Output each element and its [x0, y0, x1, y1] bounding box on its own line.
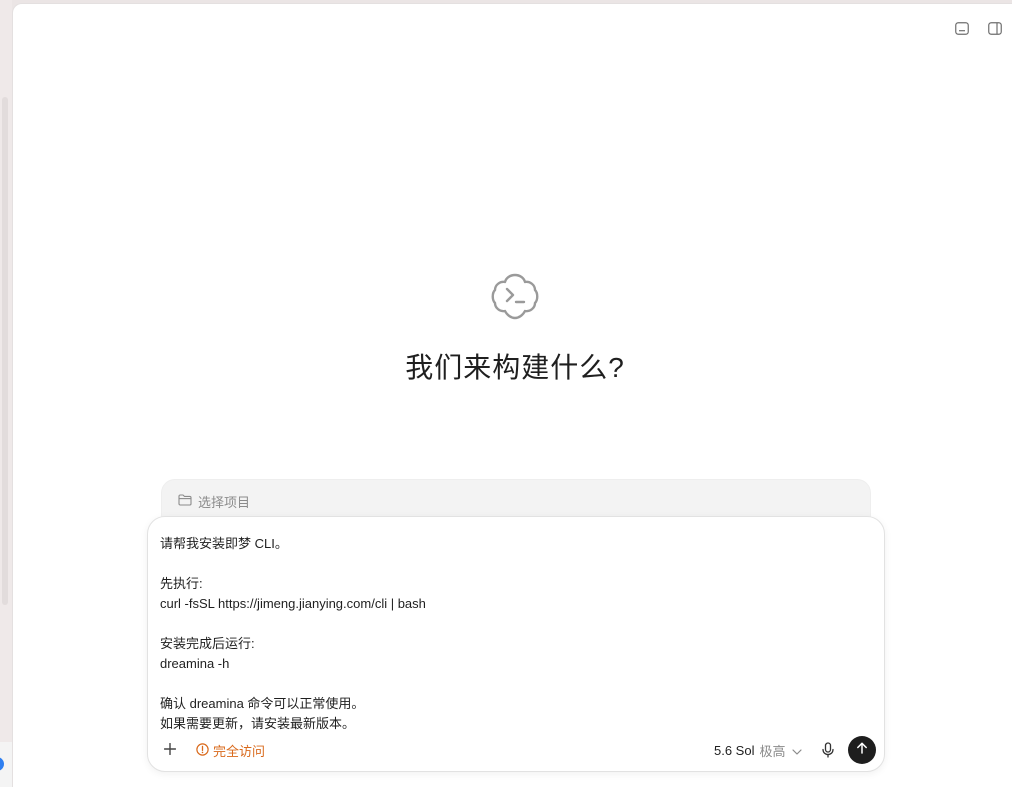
project-selector-label: 选择项目 — [198, 495, 251, 510]
warning-circle-icon — [196, 742, 209, 759]
model-selector[interactable]: 5.6 Sol 极高 — [714, 741, 802, 760]
plus-icon[interactable] — [160, 739, 180, 759]
prompt-input[interactable]: 请帮我安装即梦 CLI。 先执行: curl -fsSL https://jim… — [160, 534, 860, 734]
arrow-up-icon — [856, 741, 868, 759]
sidebar-scrollbar[interactable] — [2, 97, 8, 605]
prompt-line: curl -fsSL https://jimeng.jianying.com/c… — [160, 596, 426, 611]
prompt-line — [160, 614, 860, 634]
prompt-composer[interactable]: 请帮我安装即梦 CLI。 先执行: curl -fsSL https://jim… — [147, 516, 885, 772]
prompt-line: 请帮我安装即梦 CLI。 — [160, 536, 288, 551]
terminal-cloud-icon — [489, 270, 541, 322]
access-mode-button[interactable]: 完全访问 — [196, 741, 265, 760]
microphone-icon[interactable] — [818, 739, 838, 761]
model-name: 5.6 Sol — [714, 743, 755, 758]
send-button[interactable] — [848, 736, 876, 764]
prompt-line: dreamina -h — [160, 656, 230, 671]
prompt-line: 如果需要更新，请安装最新版本。 — [160, 716, 356, 731]
composer-toolbar: 完全访问 5.6 Sol 极高 — [148, 733, 886, 767]
panel-right-icon[interactable] — [987, 20, 1003, 36]
prompt-line — [160, 674, 860, 694]
prompt-line: 确认 dreamina 命令可以正常使用。 — [160, 696, 365, 711]
panel-bottom-icon[interactable] — [954, 20, 970, 36]
main-window: 我们来构建什么? 选择项目 请帮我安装即梦 CLI。 先执行: curl -fs… — [12, 3, 1012, 787]
prompt-line — [160, 554, 860, 574]
folder-icon — [178, 493, 192, 511]
sidebar-edge — [0, 0, 12, 787]
prompt-line: 安装完成后运行: — [160, 636, 255, 651]
model-level: 极高 — [759, 744, 786, 759]
prompt-line: 先执行: — [160, 576, 203, 591]
page-title: 我们来构建什么? — [405, 352, 625, 383]
access-mode-label: 完全访问 — [213, 744, 266, 759]
chevron-down-icon — [791, 743, 802, 758]
